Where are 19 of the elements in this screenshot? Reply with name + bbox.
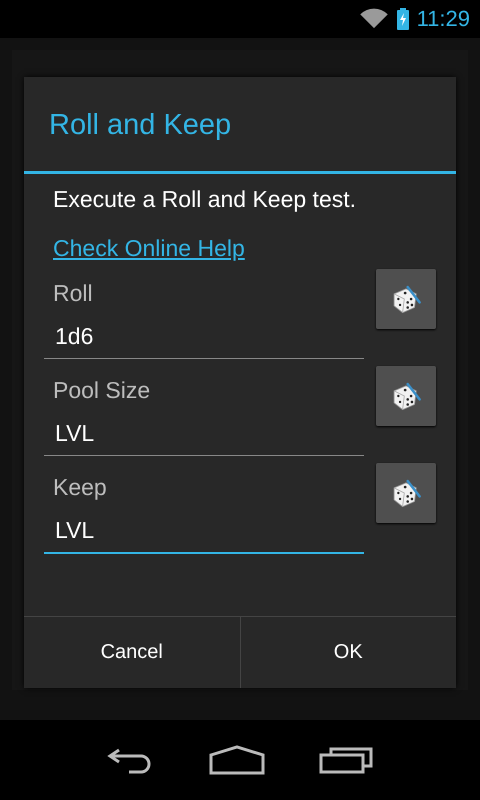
dialog-title: Roll and Keep: [24, 77, 456, 174]
roll-dice-button[interactable]: [376, 463, 436, 523]
dialog-message: Execute a Roll and Keep test.: [52, 186, 358, 213]
roll-dice-button[interactable]: [376, 269, 436, 329]
wifi-icon: [358, 8, 389, 30]
dialog-button[interactable]: OK: [240, 617, 456, 688]
input-field[interactable]: LVL: [44, 416, 364, 456]
home-icon[interactable]: [209, 745, 265, 775]
field-label: Roll: [52, 280, 94, 307]
dialog-button[interactable]: Cancel: [24, 617, 240, 688]
input-field[interactable]: 1d6: [44, 319, 364, 359]
field-label: Pool Size: [52, 377, 152, 404]
recent-apps-icon[interactable]: [319, 746, 373, 774]
input-field[interactable]: LVL: [44, 513, 364, 554]
status-time: 11:29: [416, 6, 470, 32]
roll-dice-button[interactable]: [376, 366, 436, 426]
field-label: Keep: [52, 474, 108, 501]
battery-icon: [396, 8, 409, 30]
help-link[interactable]: Check Online Help: [44, 235, 245, 262]
